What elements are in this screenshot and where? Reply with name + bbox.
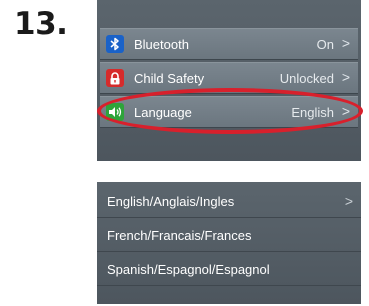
step-number: 13. <box>14 6 68 42</box>
language-option-label: French/Francais/Frances <box>107 228 252 243</box>
language-option-english[interactable]: English/Anglais/Ingles > <box>97 184 361 218</box>
chevron-right-icon: > <box>344 193 353 209</box>
language-option-french[interactable]: French/Francais/Frances <box>97 218 361 252</box>
language-option-label: English/Anglais/Ingles <box>107 194 235 209</box>
bluetooth-icon <box>106 35 124 53</box>
setting-value: On <box>316 37 334 52</box>
chevron-right-icon: > <box>341 35 350 51</box>
language-menu-panel: English/Anglais/Ingles > French/Francais… <box>97 182 361 304</box>
settings-row-bluetooth[interactable]: Bluetooth On > <box>100 28 358 60</box>
language-option-spanish[interactable]: Spanish/Espagnol/Espagnol <box>97 252 361 286</box>
language-option-label: Spanish/Espagnol/Espagnol <box>107 262 270 277</box>
setting-label: Child Safety <box>134 71 205 86</box>
settings-panel: Bluetooth On > Child Safety Unlocked > L… <box>97 0 363 161</box>
lock-icon <box>106 69 124 87</box>
chevron-right-icon: > <box>341 69 350 85</box>
settings-row-language[interactable]: Language English > <box>97 88 363 134</box>
highlight-oval <box>97 88 363 134</box>
setting-label: Bluetooth <box>134 37 189 52</box>
setting-value: Unlocked <box>279 71 334 86</box>
